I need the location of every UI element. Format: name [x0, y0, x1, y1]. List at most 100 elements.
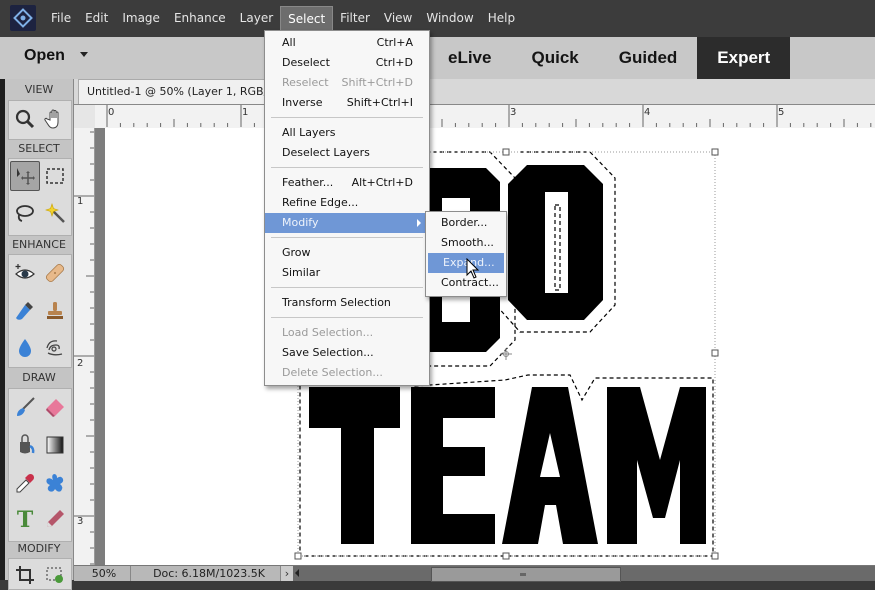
smudge-finger-icon — [46, 340, 63, 356]
bandage-icon — [45, 263, 65, 283]
rectangular-marquee-tool[interactable] — [41, 162, 69, 190]
zoom-level-field[interactable]: 50% — [78, 566, 131, 581]
open-button[interactable]: Open — [24, 47, 65, 65]
eraser-icon — [46, 399, 64, 417]
menu-edit[interactable]: Edit — [78, 0, 115, 37]
pencil-tool[interactable] — [41, 505, 69, 533]
smudge-tool[interactable] — [41, 333, 69, 361]
hand-tool[interactable] — [41, 105, 69, 133]
menu-item-label: Grow — [282, 246, 311, 259]
paint-bucket-tool[interactable] — [11, 431, 39, 459]
toolbox-header-select: SELECT — [18, 142, 60, 155]
menu-item-label: Inverse — [282, 96, 323, 109]
menu-item-shortcut: Shift+Ctrl+D — [341, 76, 413, 89]
move-tool[interactable] — [10, 161, 40, 191]
image-canvas[interactable] — [105, 128, 875, 565]
menu-item-transform-selection[interactable]: Transform Selection — [265, 293, 429, 313]
recompose-tool[interactable] — [41, 561, 69, 589]
menu-item-inverse[interactable]: Inverse Shift+Ctrl+I — [265, 93, 429, 113]
blur-tool[interactable] — [11, 333, 39, 361]
document-tab[interactable]: Untitled-1 @ 50% (Layer 1, RGB/8) — [78, 79, 288, 104]
menu-item-modify[interactable]: Modify — [265, 213, 429, 233]
menu-item-label: Similar — [282, 266, 321, 279]
submenu-item-border[interactable]: Border... — [426, 213, 506, 233]
status-menu-arrow-icon[interactable]: › — [280, 566, 294, 581]
paint-bucket-icon — [20, 434, 35, 454]
app-logo-icon[interactable] — [10, 5, 36, 31]
tab-elive[interactable]: eLive — [428, 37, 511, 79]
menu-item-all-layers[interactable]: All Layers — [265, 123, 429, 143]
toolbox-edge — [0, 79, 5, 580]
menu-separator — [271, 167, 423, 168]
tab-guided[interactable]: Guided — [599, 37, 698, 79]
menu-item-shortcut: Ctrl+D — [375, 56, 413, 69]
menu-item-grow[interactable]: Grow — [265, 243, 429, 263]
menu-help[interactable]: Help — [481, 0, 522, 37]
menu-item-shortcut: Ctrl+A — [376, 36, 413, 49]
red-eye-tool[interactable] — [11, 259, 39, 287]
ruler-label-0: 0 — [108, 107, 115, 118]
open-dropdown-caret-icon[interactable] — [80, 52, 88, 57]
tool-group-enhance — [8, 254, 72, 368]
clone-stamp-tool[interactable] — [41, 297, 69, 325]
zoom-tool[interactable] — [11, 105, 39, 133]
tab-quick[interactable]: Quick — [511, 37, 598, 79]
transform-center-point — [500, 348, 512, 360]
status-bar: 50% Doc: 6.18M/1023.5K › — [74, 565, 875, 582]
menu-item-feather[interactable]: Feather... Alt+Ctrl+D — [265, 173, 429, 193]
ruler-origin[interactable] — [74, 104, 95, 129]
menu-item-deselect[interactable]: Deselect Ctrl+D — [265, 53, 429, 73]
horizontal-scrollbar[interactable] — [293, 566, 875, 582]
menu-item-deselect-layers[interactable]: Deselect Layers — [265, 143, 429, 163]
recompose-icon — [46, 567, 63, 583]
ruler-label-v1: 1 — [77, 196, 84, 207]
menu-item-shortcut: Shift+Ctrl+I — [346, 96, 413, 109]
menu-item-label: Modify — [282, 216, 319, 229]
submenu-arrow-icon — [417, 219, 421, 227]
ruler-vertical[interactable]: 1 2 3 — [74, 128, 95, 565]
letter-e — [411, 387, 495, 544]
menu-enhance[interactable]: Enhance — [167, 0, 233, 37]
scroll-left-arrow-icon[interactable] — [295, 569, 299, 577]
ruler-horizontal[interactable]: 0 1 2 3 4 5 — [95, 104, 875, 129]
tab-expert[interactable]: Expert — [697, 37, 791, 79]
spot-healing-brush-tool[interactable] — [41, 259, 69, 287]
submenu-item-smooth[interactable]: Smooth... — [426, 233, 506, 253]
menu-file[interactable]: File — [44, 0, 78, 37]
ruler-label-v3: 3 — [77, 516, 84, 527]
menu-item-refine-edge[interactable]: Refine Edge... — [265, 193, 429, 213]
type-tool[interactable]: T — [11, 505, 39, 533]
letter-t — [309, 387, 400, 544]
gradient-tool[interactable] — [41, 431, 69, 459]
scrollbar-grip-icon — [520, 573, 526, 576]
hand-icon — [44, 109, 59, 129]
brush-tool[interactable] — [11, 393, 39, 421]
menu-item-save-selection[interactable]: Save Selection... — [265, 343, 429, 363]
menu-item-shortcut: Alt+Ctrl+D — [351, 176, 413, 189]
magic-wand-icon — [45, 203, 65, 223]
lasso-tool[interactable] — [11, 199, 39, 227]
menu-select[interactable]: Select — [280, 6, 334, 32]
menu-separator — [271, 117, 423, 118]
crop-icon — [16, 566, 34, 584]
ruler-label-1: 1 — [242, 107, 249, 118]
eraser-tool[interactable] — [41, 393, 69, 421]
menu-item-label: Deselect — [282, 56, 330, 69]
color-picker-tool[interactable] — [11, 469, 39, 497]
marquee-icon — [46, 168, 64, 184]
toolbox-header-modify: MODIFY — [17, 542, 61, 555]
svg-text:T: T — [17, 508, 34, 530]
canvas-artwork — [294, 148, 719, 560]
menu-item-all[interactable]: All Ctrl+A — [265, 33, 429, 53]
menu-item-label: Refine Edge... — [282, 196, 359, 209]
menu-item-label: Transform Selection — [282, 296, 391, 309]
smart-brush-tool[interactable] — [11, 297, 39, 325]
magic-wand-tool[interactable] — [41, 199, 69, 227]
handle-bottom-right — [711, 552, 719, 560]
handle-top-middle — [502, 148, 510, 156]
ruler-label-v2: 2 — [77, 358, 84, 369]
menu-item-similar[interactable]: Similar — [265, 263, 429, 283]
custom-shape-tool[interactable] — [41, 469, 69, 497]
menu-image[interactable]: Image — [115, 0, 167, 37]
crop-tool[interactable] — [11, 561, 39, 589]
